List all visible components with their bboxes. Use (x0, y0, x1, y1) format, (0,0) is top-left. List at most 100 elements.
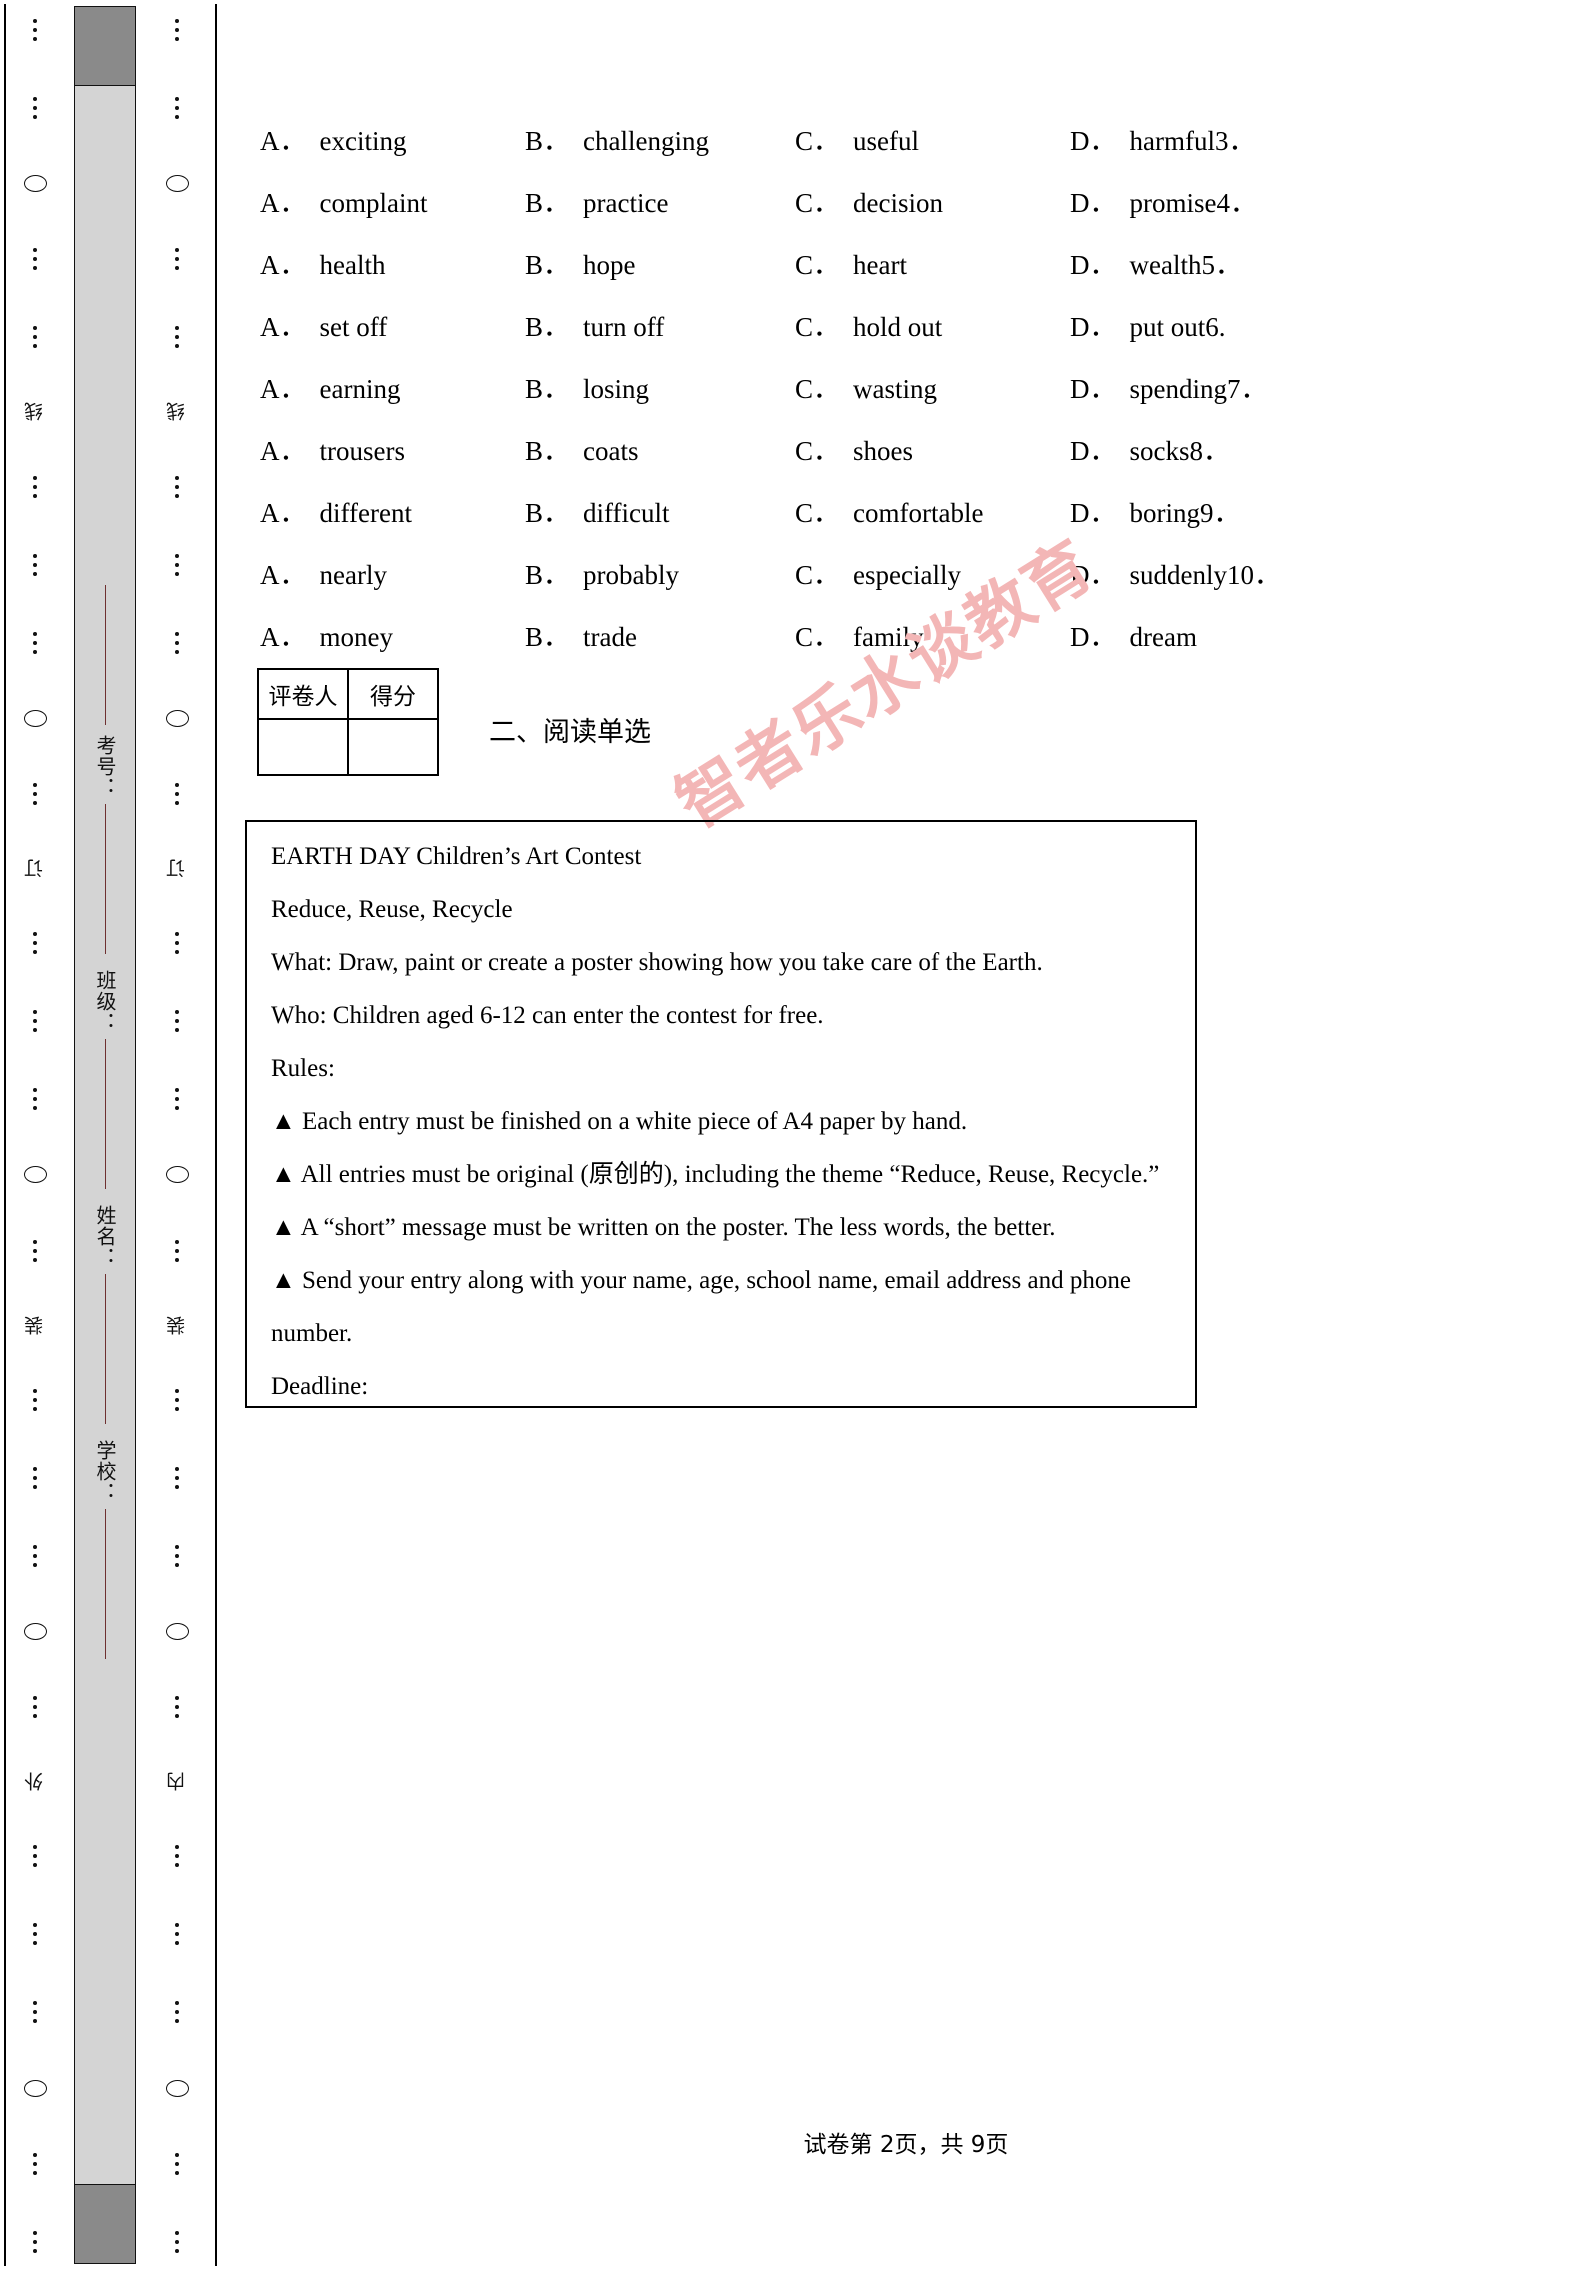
option-c[interactable]: C． comfortable (795, 500, 1070, 527)
option-text: hope (583, 250, 636, 280)
seal-field-rule[interactable] (104, 1274, 106, 1424)
grader-cell-score[interactable] (347, 718, 439, 776)
dot-group (175, 1534, 179, 1578)
option-c[interactable]: C． shoes (795, 438, 1070, 465)
option-b[interactable]: B． coats (525, 438, 795, 465)
option-row: A． earning B． losing C． wasting D． spending7． (260, 376, 1515, 438)
option-a[interactable]: A． health (260, 252, 525, 279)
dot-group (33, 621, 37, 665)
table-row: 评卷人 得分 (257, 668, 439, 720)
option-letter: D． (1070, 188, 1117, 218)
option-b[interactable]: B． challenging (525, 128, 795, 155)
seal-field-label: 考号： (93, 735, 117, 798)
option-letter: A． (260, 622, 307, 652)
seal-field-rule[interactable] (104, 1509, 106, 1659)
option-letter: D． (1070, 374, 1117, 404)
option-b[interactable]: B． trade (525, 624, 795, 651)
option-b[interactable]: B． probably (525, 562, 795, 589)
option-d[interactable]: D． dream (1070, 624, 1400, 651)
option-c[interactable]: C． especially (795, 562, 1070, 589)
option-c[interactable]: C． hold out (795, 314, 1070, 341)
option-row: A． health B． hope C． heart D． wealth5． (260, 252, 1515, 314)
dot-group (33, 999, 37, 1043)
dot-group (175, 465, 179, 509)
option-text: heart (853, 250, 907, 280)
option-a[interactable]: A． nearly (260, 562, 525, 589)
option-text: probably (583, 560, 679, 590)
option-text: harmful3． (1129, 126, 1256, 156)
seal-field-rule[interactable] (104, 804, 106, 954)
option-d[interactable]: D． put out6. (1070, 314, 1400, 341)
rail-char: 线 (165, 402, 188, 422)
option-text: shoes (853, 436, 914, 466)
option-letter: C． (795, 498, 841, 528)
dotted-rail-outer: 线订装外 (22, 8, 48, 2264)
section-heading: 二、阅读单选 (489, 717, 651, 748)
option-b[interactable]: B． difficult (525, 500, 795, 527)
option-letter: B． (525, 436, 571, 466)
option-a[interactable]: A． trousers (260, 438, 525, 465)
dot-group (175, 999, 179, 1043)
option-d[interactable]: D． spending7． (1070, 376, 1400, 403)
option-b[interactable]: B． losing (525, 376, 795, 403)
dot-group (33, 1834, 37, 1878)
passage-rules-label: Rules: (271, 1055, 335, 1082)
grader-cell-marker[interactable] (257, 718, 349, 776)
seal-field-rule (104, 585, 106, 725)
option-letter: A． (260, 560, 307, 590)
option-a[interactable]: A． earning (260, 376, 525, 403)
option-letter: C． (795, 436, 841, 466)
option-text: family (853, 622, 924, 652)
dot-group (33, 921, 37, 965)
dot-group (175, 1834, 179, 1878)
seal-cap-top (75, 7, 135, 86)
option-letter: D． (1070, 250, 1117, 280)
option-a[interactable]: A． complaint (260, 190, 525, 217)
option-a[interactable]: A． different (260, 500, 525, 527)
option-d[interactable]: D． wealth5． (1070, 252, 1400, 279)
page-footer: 试卷第 2页，共 9页 (803, 2132, 1009, 2158)
dot-group (175, 621, 179, 665)
rail-circle-icon (23, 1166, 47, 1184)
option-letter: A． (260, 498, 307, 528)
option-a[interactable]: A． exciting (260, 128, 525, 155)
option-text: decision (853, 188, 943, 218)
option-letter: D． (1070, 622, 1117, 652)
option-c[interactable]: C． heart (795, 252, 1070, 279)
passage-rule-3: ▲ A “short” message must be written on t… (271, 1214, 1056, 1241)
dot-group (33, 1990, 37, 2034)
option-b[interactable]: B． turn off (525, 314, 795, 341)
option-text: set off (319, 312, 388, 342)
option-c[interactable]: C． decision (795, 190, 1070, 217)
dot-group (175, 8, 179, 52)
dot-group (33, 8, 37, 52)
option-d[interactable]: D． harmful3． (1070, 128, 1400, 155)
rail-circle-icon (23, 1622, 47, 1640)
option-a[interactable]: A． set off (260, 314, 525, 341)
dot-group (175, 772, 179, 816)
option-b[interactable]: B． hope (525, 252, 795, 279)
option-letter: C． (795, 250, 841, 280)
option-c[interactable]: C． family (795, 624, 1070, 651)
seal-field-rule[interactable] (104, 1039, 106, 1189)
option-d[interactable]: D． suddenly10． (1070, 562, 1400, 589)
option-a[interactable]: A． money (260, 624, 525, 651)
dotted-rail-inner: 线订装内 (164, 8, 190, 2264)
option-letter: D． (1070, 312, 1117, 342)
option-text: different (319, 498, 412, 528)
grader-header-score: 得分 (347, 668, 439, 720)
dot-group (175, 1378, 179, 1422)
option-c[interactable]: C． useful (795, 128, 1070, 155)
seal-field-label: 学校： (93, 1440, 117, 1503)
dot-group (175, 315, 179, 359)
option-b[interactable]: B． practice (525, 190, 795, 217)
seal-field: 考号： (93, 735, 117, 970)
option-text: boring9． (1129, 498, 1241, 528)
rail-circle-icon (165, 175, 189, 193)
option-d[interactable]: D． boring9． (1070, 500, 1400, 527)
option-d[interactable]: D． promise4． (1070, 190, 1400, 217)
option-c[interactable]: C． wasting (795, 376, 1070, 403)
dot-group (33, 1378, 37, 1422)
seal-strip: 考号： 班级： 姓名： 学校： (74, 6, 136, 2264)
option-d[interactable]: D． socks8． (1070, 438, 1400, 465)
